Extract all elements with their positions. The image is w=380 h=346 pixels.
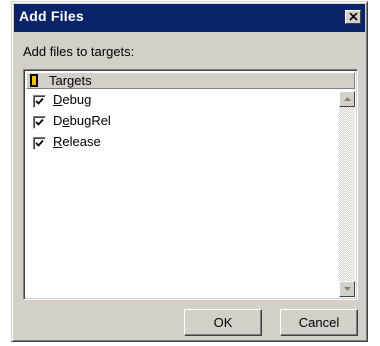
ok-button[interactable]: OK xyxy=(184,309,262,336)
arrow-up-icon xyxy=(343,97,351,101)
project-icon xyxy=(30,74,38,87)
targets-column-header[interactable]: Targets xyxy=(26,72,355,89)
checkmark-icon xyxy=(35,97,44,105)
scroll-up-button[interactable] xyxy=(339,91,355,107)
list-item[interactable]: Debug xyxy=(26,91,336,112)
debugrel-checkbox[interactable] xyxy=(33,116,46,129)
add-files-dialog: Add Files Add files to targets: Targets … xyxy=(11,1,368,342)
instruction-label: Add files to targets: xyxy=(23,44,135,59)
targets-list[interactable]: Targets Debug DebugRel Release xyxy=(23,69,358,300)
debug-label: Debug xyxy=(53,92,92,107)
checkmark-icon xyxy=(35,139,44,147)
cancel-button[interactable]: Cancel xyxy=(280,309,358,336)
list-item[interactable]: Release xyxy=(26,133,336,154)
list-item[interactable]: DebugRel xyxy=(26,112,336,133)
debugrel-label: DebugRel xyxy=(53,113,111,128)
checkmark-icon xyxy=(35,118,44,126)
arrow-down-icon xyxy=(343,287,351,291)
target-rows: Debug DebugRel Release xyxy=(26,91,336,154)
window-title: Add Files xyxy=(19,8,84,24)
release-label: Release xyxy=(53,134,101,149)
title-bar[interactable]: Add Files xyxy=(14,4,365,32)
scroll-down-button[interactable] xyxy=(339,281,355,297)
targets-header-label: Targets xyxy=(49,73,92,88)
debug-checkbox[interactable] xyxy=(33,95,46,108)
close-icon xyxy=(348,13,358,21)
release-checkbox[interactable] xyxy=(33,137,46,150)
close-button[interactable] xyxy=(345,10,361,24)
vertical-scrollbar[interactable] xyxy=(339,91,355,297)
